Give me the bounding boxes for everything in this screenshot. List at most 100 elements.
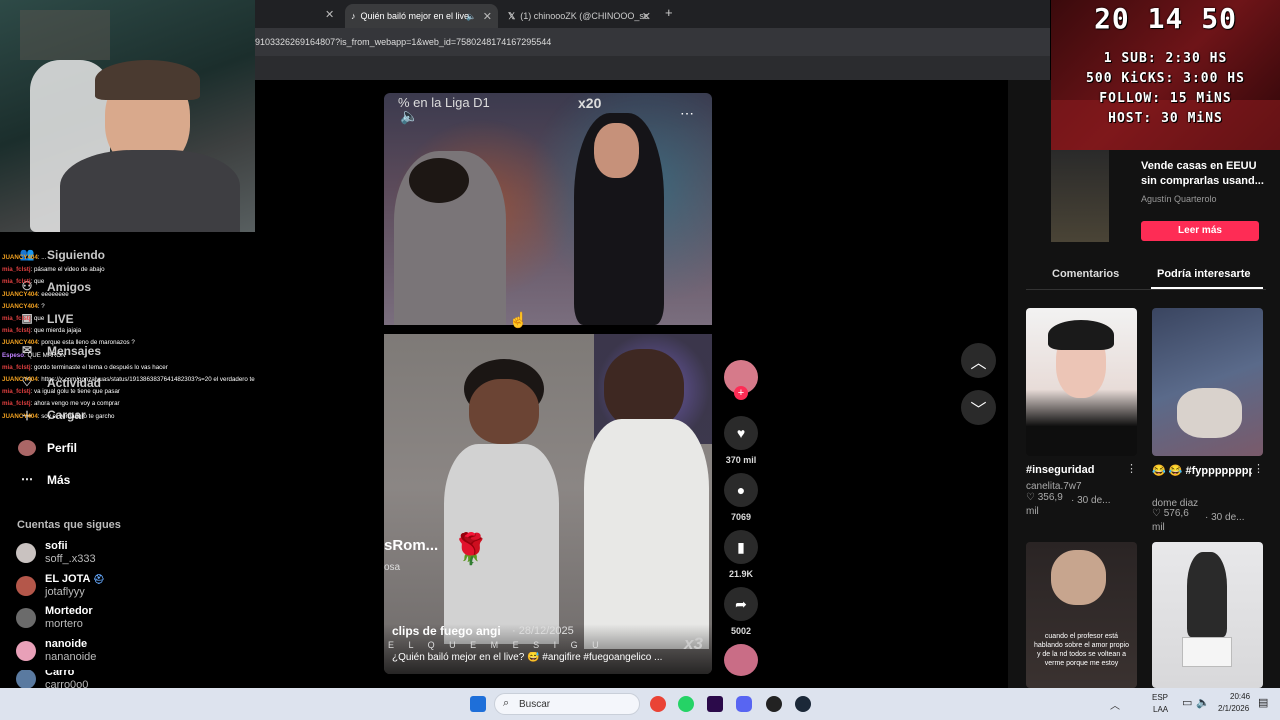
comment-action[interactable]: ● 7069 (724, 473, 758, 522)
chat-text: : va igual golu te tiene que pasar (30, 388, 120, 396)
audio-icon[interactable]: 🔈 (466, 12, 476, 21)
chat-username: mia_fclstj (2, 278, 31, 286)
chat-username: mia_fclstj (2, 363, 31, 371)
tab-recommended[interactable]: Podría interesarte (1157, 268, 1251, 280)
chat-message: mia_fclstj: gordo terminaste el tema o d… (2, 362, 256, 374)
tab-twitter[interactable]: 𝕏 (1) chinoooZK (@CHINOOO_sc ✕ (502, 4, 657, 28)
following-account[interactable]: Carro carro0o0 (16, 670, 88, 688)
recommendation-title[interactable]: 😂 😂 #fyppppppppp... (1152, 464, 1252, 477)
following-account[interactable]: EL JOTA ⛑ jotaflyyy (16, 573, 105, 599)
chat-username: mia_fclstj (2, 315, 31, 323)
thumb-hair (1048, 320, 1114, 350)
chat-text: : soy el verdadero te garcho (37, 412, 115, 420)
speaker-icon[interactable]: 🔈 (1196, 696, 1210, 709)
more-options-icon[interactable]: ⋮ (1253, 462, 1264, 475)
obs-icon[interactable] (766, 696, 782, 712)
chrome-icon[interactable] (650, 696, 666, 712)
following-account[interactable]: sofii soff_.x333 (16, 540, 96, 566)
chat-message: mia_fclstj: que (2, 276, 256, 288)
recommendation-thumbnail[interactable] (1152, 308, 1263, 456)
avatar (16, 576, 36, 596)
chat-text: : que (30, 315, 45, 323)
author-avatar[interactable]: + (724, 360, 758, 400)
dancer-right-face (604, 349, 684, 429)
music-disc[interactable] (724, 644, 758, 676)
browser-tab-bar: ✕ ♪ Quién bailó mejor en el live 🔈 ✕ 𝕏 (… (255, 0, 1050, 28)
video-main-clip[interactable]: sRom... osa 🌹 clips de fuego angi · 28/1… (384, 334, 712, 674)
bookmark-icon[interactable]: ▮ (724, 530, 758, 564)
ad-author: Agustín Quarterolo (1141, 194, 1217, 204)
recommendation-thumbnail[interactable]: cuando el profesor está hablando sobre e… (1026, 542, 1137, 688)
network-icon[interactable]: ▭ (1182, 696, 1192, 709)
more-options-icon[interactable]: ⋯ (680, 105, 694, 122)
save-action[interactable]: ▮ 21.9K (724, 530, 758, 579)
tab-active[interactable]: ♪ Quién bailó mejor en el live 🔈 ✕ (345, 4, 498, 28)
chat-text: : gordo terminaste el tema o después lo … (30, 363, 168, 371)
whatsapp-icon[interactable] (678, 696, 694, 712)
nav-profile[interactable]: Perfil (18, 440, 77, 456)
avatar (16, 608, 36, 628)
following-account[interactable]: Mortedor mortero (16, 605, 93, 631)
tab-comments[interactable]: Comentarios (1052, 268, 1119, 280)
next-video-button[interactable]: ﹀ (961, 390, 996, 425)
recommendation-title[interactable]: #inseguridad (1026, 464, 1094, 476)
ad-title[interactable]: Vende casas en EEUU sin comprarlas usand… (1141, 159, 1266, 189)
steam-icon[interactable] (795, 696, 811, 712)
share-icon[interactable]: ➦ (724, 587, 758, 621)
recommendation-thumbnail[interactable] (1152, 542, 1263, 688)
chat-text: : pásame el video de abajo (30, 266, 105, 274)
tray-chevron-icon[interactable]: ︿ (1110, 697, 1120, 712)
chevron-down-icon: ﹀ (970, 401, 987, 419)
following-account[interactable]: nanoide nananoide (16, 638, 96, 664)
save-count: 21.9K (728, 569, 754, 579)
windows-taskbar: ⌕ Buscar ︿ ESP LAA ▭ 🔈 20:46 2/1/2026 ▤ (0, 688, 1280, 720)
chat-text: : eeeeeeee (37, 290, 69, 298)
follow-plus-icon[interactable]: + (734, 386, 748, 400)
person-right-face (594, 123, 639, 178)
close-tab-icon[interactable]: ✕ (483, 10, 492, 23)
heart-icon[interactable]: ♥ (724, 416, 758, 450)
profile-icon (18, 440, 36, 456)
share-action[interactable]: ➦ 5002 (724, 587, 758, 636)
chevron-up-icon: ︿ (970, 354, 987, 372)
read-more-button[interactable]: Leer más (1141, 221, 1259, 241)
comment-icon[interactable]: ● (724, 473, 758, 507)
stream-subathon-overlay: 20 14 50 1 SUB: 2:30 HS 500 KiCKS: 3:00 … (1051, 0, 1280, 150)
chat-username: JUANCY404 (2, 339, 38, 347)
like-action[interactable]: ♥ 370 mil (724, 416, 758, 465)
search-icon: ⌕ (503, 697, 510, 709)
chat-message: JUANCY404: eeeeeeee (2, 289, 256, 301)
notification-icon[interactable]: ▤ (1258, 696, 1268, 709)
nav-more[interactable]: ⋯ Más (18, 472, 70, 488)
volume-icon[interactable]: 🔈 (400, 107, 419, 125)
video-author[interactable]: clips de fuego angi (392, 624, 501, 638)
address-bar[interactable]: 9103326269164807?is_from_webapp=1&web_id… (255, 28, 1050, 56)
webcam-feed (0, 0, 255, 232)
ad-thumbnail[interactable] (1051, 150, 1109, 242)
thumb-caption: cuando el profesor está hablando sobre e… (1034, 633, 1129, 667)
chat-username: mia_fclstj (2, 388, 31, 396)
windows-start-icon[interactable] (470, 696, 486, 712)
chat-username: mia_fclstj (2, 327, 31, 335)
chat-text: : https://x.com/gonzalvuas/status/191386… (37, 376, 256, 384)
close-tab-icon[interactable]: ✕ (325, 8, 334, 21)
clock-date[interactable]: 2/1/2026 (1218, 704, 1249, 713)
discord-icon[interactable] (736, 696, 752, 712)
chat-text: : que mierda jajaja (30, 327, 82, 335)
more-icon: ⋯ (21, 472, 33, 486)
avatar (16, 641, 36, 661)
video-top-clip[interactable]: % en la Liga D1 x20 🔈 ⋯ (384, 93, 712, 325)
subathon-timer: 20 14 50 (1094, 2, 1237, 35)
helmet-emoji-icon: ⛑ (93, 574, 105, 584)
previous-video-button[interactable]: ︿ (961, 343, 996, 378)
more-options-icon[interactable]: ⋮ (1126, 462, 1137, 475)
recommendation-thumbnail[interactable] (1026, 308, 1137, 456)
premiere-icon[interactable] (707, 696, 723, 712)
new-tab-icon[interactable]: + (665, 5, 673, 20)
rose-icon: 🌹 (452, 533, 490, 566)
taskbar-search[interactable]: ⌕ Buscar (494, 693, 640, 715)
heart-outline-icon: ♡ (1026, 492, 1038, 503)
clock-time[interactable]: 20:46 (1230, 692, 1250, 701)
close-tab-icon[interactable]: ✕ (642, 10, 651, 23)
person-hair (409, 158, 469, 203)
